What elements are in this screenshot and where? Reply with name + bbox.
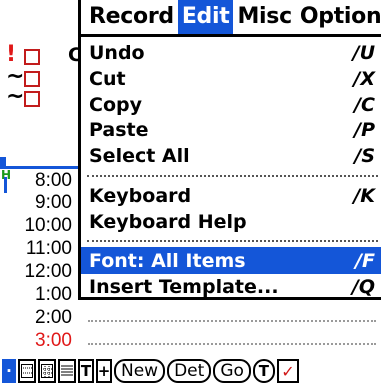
week-view-icon[interactable] — [18, 359, 36, 383]
check-icon[interactable]: ✓ — [276, 359, 299, 383]
edit-menu: Undo /U Cut /X Copy /C Paste /P Select A… — [78, 37, 381, 300]
todo-view-icon[interactable]: T — [78, 359, 94, 383]
time-slot-line[interactable] — [88, 343, 376, 345]
time-slot-label[interactable]: 10:00 — [2, 215, 72, 237]
day-view-icon[interactable]: · — [2, 359, 16, 383]
time-slot-label[interactable]: 2:00 — [2, 307, 72, 329]
go-button[interactable]: Go — [213, 359, 251, 383]
menu-item-select-all[interactable]: Select All /S — [81, 142, 381, 169]
time-slot-label[interactable]: 9:00 — [2, 192, 72, 214]
todo-checkbox[interactable] — [24, 49, 40, 65]
agenda-view-icon[interactable] — [58, 359, 76, 383]
today-button[interactable]: T — [252, 359, 275, 383]
goto-icon[interactable]: + — [96, 359, 112, 383]
menu-item-keyboard-help[interactable]: Keyboard Help — [81, 208, 381, 235]
todo-checkbox[interactable] — [24, 91, 40, 107]
menu-item-copy[interactable]: Copy /C — [81, 91, 381, 118]
new-button[interactable]: New — [114, 359, 166, 383]
time-slot-label[interactable]: 3:00 — [2, 330, 72, 352]
time-slot-line[interactable] — [88, 320, 376, 322]
priority-mark: ! — [6, 42, 17, 67]
menu-bar: Record Edit Misc Options — [78, 0, 381, 37]
section-divider — [0, 166, 82, 169]
bottom-toolbar: · T + New Det Go T ✓ — [0, 357, 381, 385]
menu-options[interactable]: Options — [296, 0, 381, 34]
todo-checkbox[interactable] — [24, 71, 40, 87]
menu-item-undo[interactable]: Undo /U — [81, 39, 381, 66]
background-day-view: ! C ~ ~ H 8:00 9:00 10:00 11:00 12:00 1:… — [0, 37, 82, 367]
details-button[interactable]: Det — [167, 359, 212, 383]
menu-misc[interactable]: Misc — [233, 0, 295, 34]
repeat-mark: ~ — [6, 84, 25, 109]
menu-edit[interactable]: Edit — [177, 0, 234, 34]
time-slot-label[interactable]: 8:00 — [2, 170, 72, 192]
time-slot-label[interactable]: 1:00 — [2, 284, 72, 306]
time-slot-label[interactable]: 11:00 — [2, 238, 72, 260]
time-slot-label[interactable]: 12:00 — [2, 261, 72, 283]
menu-item-paste[interactable]: Paste /P — [81, 116, 381, 143]
menu-item-insert-template[interactable]: Insert Template... /Q — [81, 273, 381, 300]
menu-item-cut[interactable]: Cut /X — [81, 65, 381, 92]
menu-item-font-all-items[interactable]: Font: All Items /F — [81, 247, 381, 274]
menu-separator — [87, 240, 378, 242]
menu-separator — [87, 175, 378, 177]
month-view-icon[interactable] — [38, 359, 56, 383]
menu-record[interactable]: Record — [85, 0, 178, 34]
menu-item-keyboard[interactable]: Keyboard /K — [81, 182, 381, 209]
